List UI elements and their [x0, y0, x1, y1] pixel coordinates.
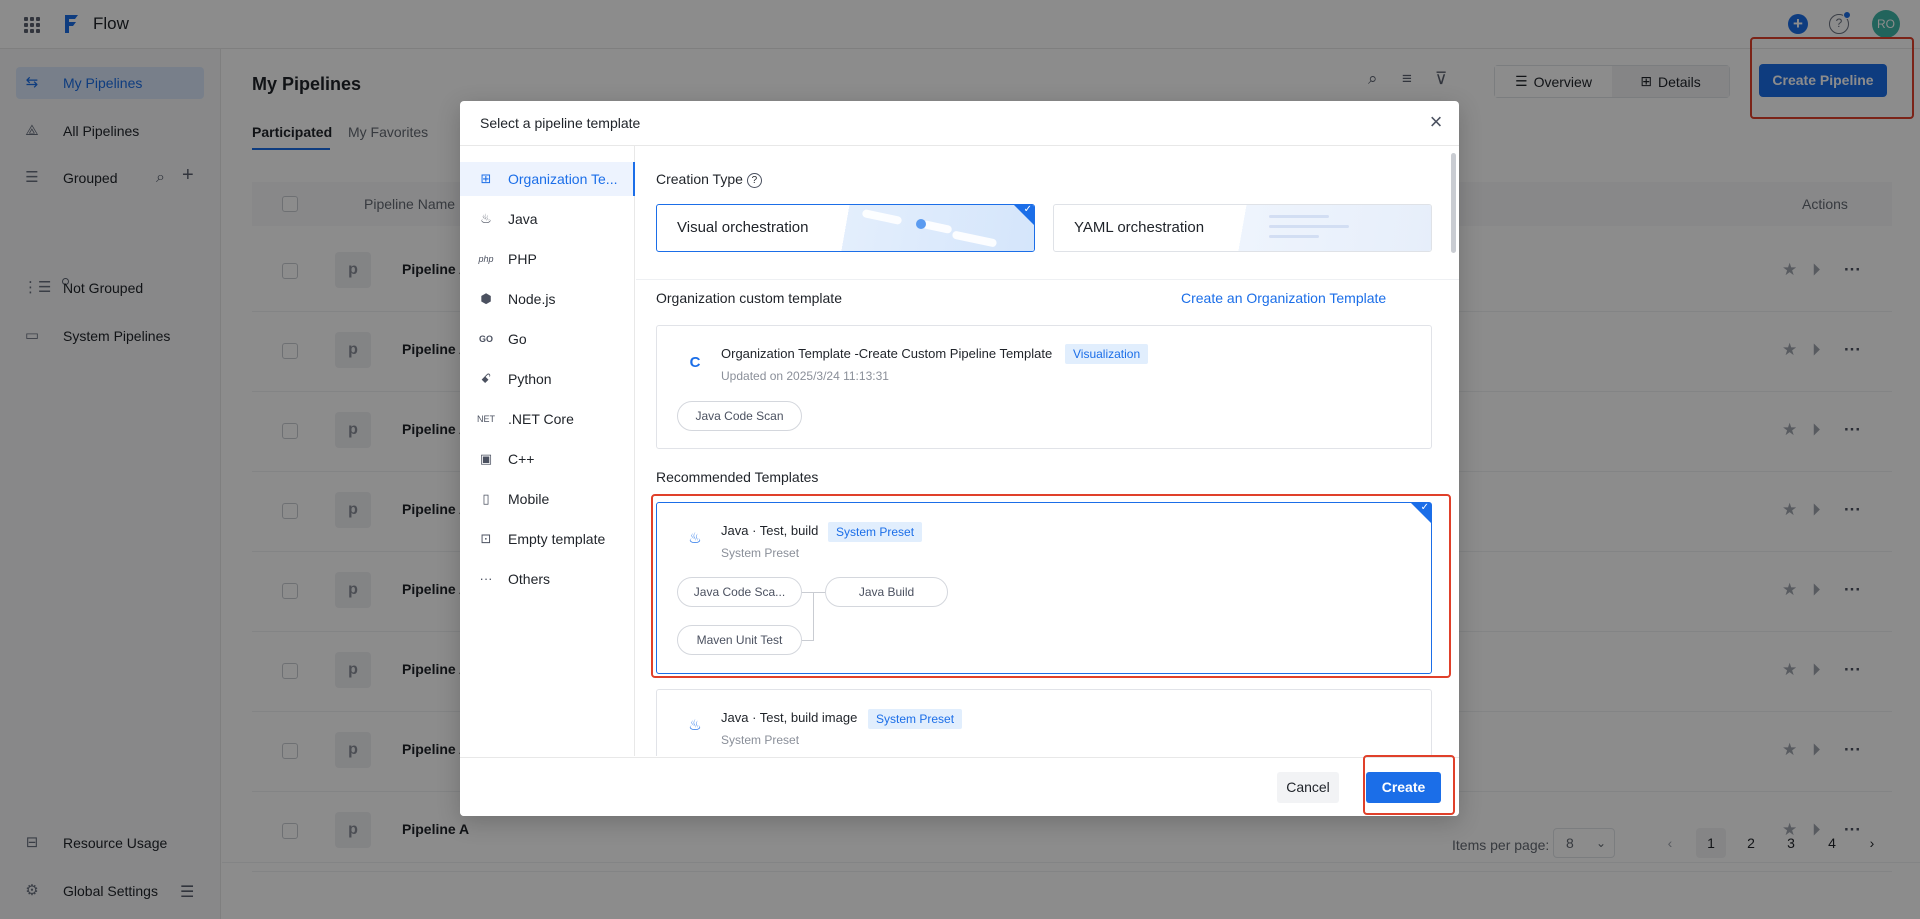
java-icon: ♨	[688, 530, 702, 547]
category-java[interactable]: ♨ Java	[460, 202, 635, 236]
template-badge: System Preset	[868, 709, 963, 729]
creation-type-visual[interactable]: Visual orchestration ✓	[656, 204, 1035, 252]
more-icon: ···	[479, 571, 493, 586]
cpp-icon: ▣	[479, 451, 493, 466]
check-icon: ✓	[1023, 204, 1032, 215]
category-nodejs[interactable]: ⬢ Node.js	[460, 282, 635, 316]
template-step: Java Code Scan	[677, 401, 802, 431]
template-badge: Visualization	[1065, 344, 1149, 364]
template-step: Maven Unit Test	[677, 625, 802, 655]
empty-template-icon: ⊡	[480, 531, 492, 546]
nodejs-icon: ⬢	[480, 291, 492, 306]
creation-type-label: Creation Type?	[656, 171, 762, 188]
close-icon[interactable]: ×	[1423, 109, 1449, 135]
cancel-button[interactable]: Cancel	[1277, 772, 1339, 803]
category-organization-templates[interactable]: ⊞ Organization Te...	[460, 162, 635, 196]
go-icon: GO	[478, 334, 493, 344]
template-modal: Select a pipeline template × ⊞ Organizat…	[460, 101, 1459, 816]
recommended-section-label: Recommended Templates	[656, 469, 819, 485]
category-python[interactable]: ꗃ Python	[460, 362, 635, 396]
grid-icon: ⊞	[480, 171, 492, 186]
template-title: Java · Test, build image	[721, 710, 858, 725]
template-title: Organization Template -Create Custom Pip…	[721, 346, 1053, 361]
question-icon[interactable]: ?	[746, 173, 762, 188]
content-scrollbar[interactable]	[1451, 153, 1456, 253]
org-template-card[interactable]: C Organization Template -Create Custom P…	[656, 325, 1432, 449]
category-empty-template[interactable]: ⊡ Empty template	[460, 522, 635, 556]
template-step: Java Code Sca...	[677, 577, 802, 607]
category-go[interactable]: GO Go	[460, 322, 635, 356]
recommended-template-card-java-test-build-image[interactable]: ♨ Java · Test, build image System Preset…	[656, 689, 1432, 756]
template-title: Java · Test, build	[721, 523, 819, 538]
template-step: Java Build	[825, 577, 948, 607]
category-mobile[interactable]: ▯ Mobile	[460, 482, 635, 516]
org-template-section-label: Organization custom template	[656, 290, 842, 306]
yaml-orchestration-illustration	[1229, 205, 1431, 251]
creation-type-label-yaml: YAML orchestration	[1074, 219, 1205, 236]
template-content: Creation Type? Visual orchestration ✓ YA…	[636, 146, 1459, 756]
python-icon: ꗃ	[480, 371, 492, 386]
creation-type-yaml[interactable]: YAML orchestration	[1053, 204, 1432, 252]
custom-template-icon: C	[689, 354, 701, 371]
category-others[interactable]: ··· Others	[460, 562, 635, 596]
visual-orchestration-illustration	[832, 205, 1034, 251]
category-cpp[interactable]: ▣ C++	[460, 442, 635, 476]
create-button[interactable]: Create	[1366, 772, 1441, 803]
create-org-template-link[interactable]: Create an Organization Template	[1181, 290, 1386, 306]
mobile-icon: ▯	[482, 491, 490, 506]
modal-title: Select a pipeline template	[480, 115, 641, 131]
java-icon: ♨	[480, 211, 492, 226]
template-badge: System Preset	[828, 522, 923, 542]
template-updated-time: Updated on 2025/3/24 11:13:31	[721, 369, 889, 383]
recommended-template-card-java-test-build[interactable]: ♨ Java · Test, build System Preset Syste…	[656, 502, 1432, 674]
category-dotnet-core[interactable]: NET .NET Core	[460, 402, 635, 436]
modal-footer: Cancel Create	[460, 757, 1459, 816]
dotnet-icon: NET	[477, 414, 495, 424]
modal-header: Select a pipeline template ×	[460, 101, 1459, 146]
creation-type-label-visual: Visual orchestration	[677, 219, 809, 236]
section-divider	[636, 279, 1459, 280]
template-subtitle: System Preset	[721, 546, 800, 560]
template-category-list: ⊞ Organization Te... ♨ Java php PHP ⬢ No…	[460, 146, 635, 756]
check-icon: ✓	[1420, 502, 1429, 513]
category-php[interactable]: php PHP	[460, 242, 635, 276]
php-icon: php	[478, 254, 494, 264]
template-subtitle: System Preset	[721, 733, 800, 747]
java-icon: ♨	[688, 717, 702, 734]
